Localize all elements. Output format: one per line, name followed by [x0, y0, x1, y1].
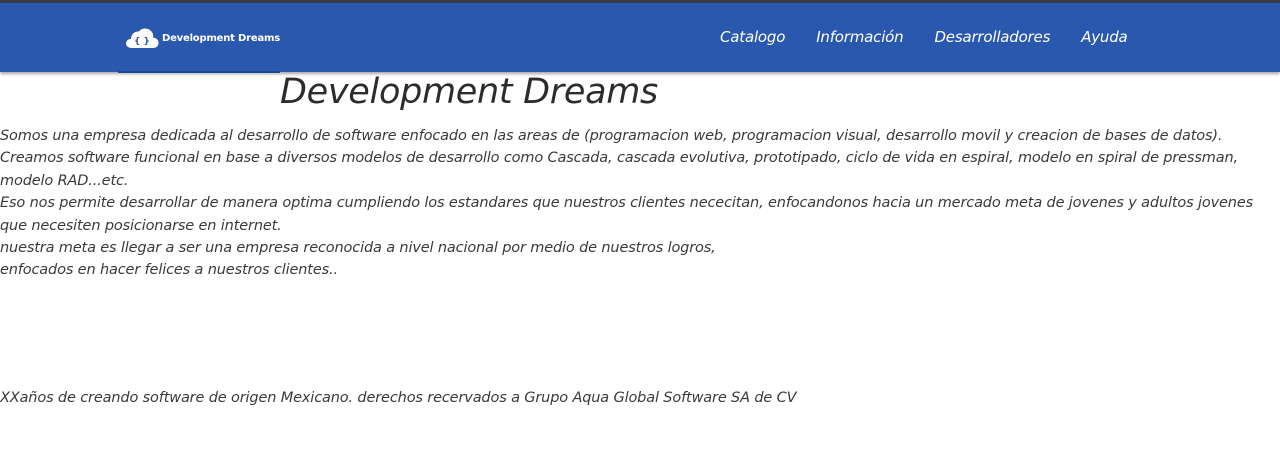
cloud-code-icon: { }: [126, 28, 159, 48]
brand-icon-glyph: { }: [134, 37, 150, 47]
main-nav: Catalogo Información Desarrolladores Ayu…: [720, 28, 1159, 46]
nav-link-catalogo[interactable]: Catalogo: [720, 28, 785, 46]
about-paragraph-line: enfocados en hacer felices a nuestros cl…: [0, 262, 338, 279]
nav-link-ayuda[interactable]: Ayuda: [1081, 28, 1128, 46]
about-paragraph-line: Eso nos permite desarrollar de manera op…: [0, 195, 1254, 212]
about-paragraph-line: nuestra meta es llegar a ser una empresa…: [0, 240, 716, 257]
nav-link-informacion[interactable]: Información: [816, 28, 903, 46]
about-text: Somos una empresa dedicada al desarrollo…: [0, 125, 1276, 282]
about-paragraph-line: que necesiten posicionarse en internet.: [0, 217, 282, 234]
about-paragraph-line: modelo RAD...etc.: [0, 172, 129, 189]
page-title: Development Dreams: [280, 72, 658, 112]
footer-copyright: XXaños de creando software de origen Mex…: [0, 390, 797, 406]
about-paragraph-line: Creamos software funcional en base a div…: [0, 150, 1238, 167]
brand-logo-link[interactable]: { } Development Dreams: [124, 26, 280, 50]
navbar: { } Development Dreams Catalogo Informac…: [0, 3, 1280, 72]
brand-name: Development Dreams: [162, 32, 280, 44]
brand-active-underline: [118, 71, 280, 73]
nav-link-desarrolladores[interactable]: Desarrolladores: [934, 28, 1050, 46]
about-paragraph-line: Somos una empresa dedicada al desarrollo…: [0, 128, 1223, 144]
